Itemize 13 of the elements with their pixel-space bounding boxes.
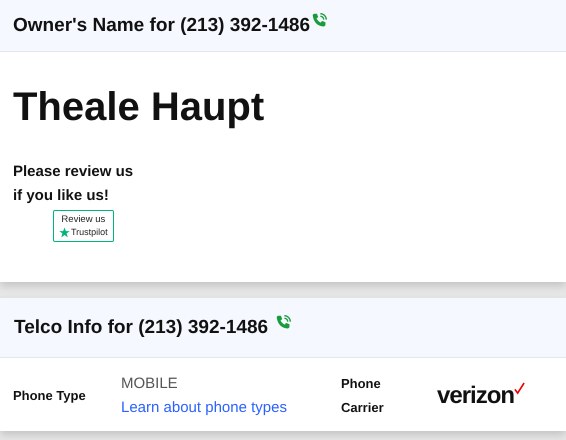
review-prompt: Please review us if you like us!: [13, 162, 134, 206]
trustpilot-review-button[interactable]: Review us Trustpilot: [53, 210, 114, 242]
phone-icon: [275, 314, 292, 331]
section-title: Telco Info for (213) 392-1486: [14, 316, 268, 338]
field-label: Phone Carrier: [341, 375, 385, 417]
learn-more-link[interactable]: Learn about phone types: [121, 396, 287, 420]
carrier-logo: verizon: [437, 382, 526, 410]
star-icon: [59, 227, 70, 238]
section-title: Owner's Name for (213) 392-1486: [13, 14, 310, 36]
field-label: Phone Type: [13, 387, 87, 405]
phone-type-value: MOBILE: [121, 374, 178, 394]
owner-name: Theale Haupt: [13, 84, 266, 130]
phone-icon: [311, 12, 328, 29]
